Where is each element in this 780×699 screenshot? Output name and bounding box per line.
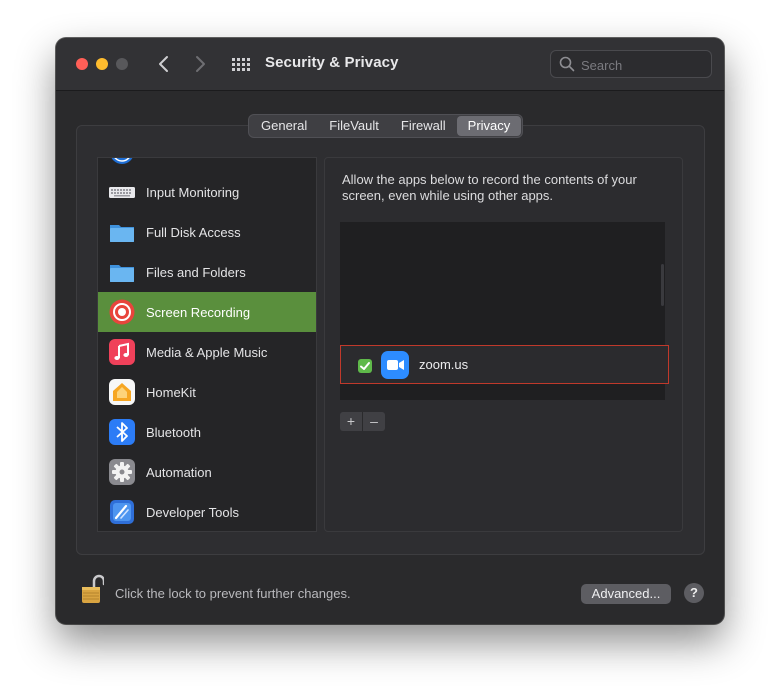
music-icon: [109, 339, 135, 365]
zoom-window-button[interactable]: [116, 58, 128, 70]
tab-general[interactable]: General: [250, 116, 318, 136]
gear-icon: [109, 459, 135, 485]
sidebar-item-screen-recording[interactable]: Screen Recording: [98, 292, 316, 332]
search-input[interactable]: [579, 55, 707, 75]
forward-button[interactable]: [188, 52, 212, 76]
add-app-button[interactable]: +: [340, 412, 362, 431]
sidebar-item-label: Files and Folders: [146, 264, 246, 280]
security-privacy-window: Security & Privacy General FileVault Fir…: [56, 38, 724, 624]
tab-privacy[interactable]: Privacy: [456, 116, 522, 136]
app-row-zoom[interactable]: zoom.us: [340, 345, 669, 384]
help-button[interactable]: ?: [684, 583, 704, 603]
grid-icon: [232, 58, 250, 71]
sidebar-item-homekit[interactable]: HomeKit: [98, 372, 316, 412]
search-icon: [559, 56, 575, 72]
close-window-button[interactable]: [76, 58, 88, 70]
tab-bar: General FileVault Firewall Privacy: [249, 115, 523, 137]
title-bar: Security & Privacy: [56, 38, 724, 91]
advanced-button[interactable]: Advanced...: [581, 584, 671, 604]
lock-button[interactable]: [80, 573, 106, 605]
remove-app-button[interactable]: –: [362, 412, 385, 431]
folder-icon: [110, 225, 134, 242]
lock-status-text: Click the lock to prevent further change…: [115, 586, 351, 601]
sidebar-item-label: Media & Apple Music: [146, 344, 268, 360]
checkmark-icon: [360, 362, 370, 370]
sidebar-item-full-disk-access[interactable]: Full Disk Access: [98, 212, 316, 252]
tab-filevault[interactable]: FileVault: [318, 116, 390, 136]
show-all-preferences-button[interactable]: [231, 55, 251, 75]
app-checkbox[interactable]: [358, 359, 372, 373]
sidebar-item-label: Bluetooth: [146, 424, 201, 440]
tab-firewall[interactable]: Firewall: [390, 116, 457, 136]
sidebar-item-label: Screen Recording: [146, 304, 251, 320]
sidebar-item-input-monitoring[interactable]: Input Monitoring: [98, 172, 316, 212]
sidebar-item-label: HomeKit: [146, 384, 196, 400]
chevron-right-icon: [196, 56, 205, 72]
minimize-window-button[interactable]: [96, 58, 108, 70]
sidebar-item-label: Developer Tools: [146, 504, 239, 520]
keyboard-icon: [109, 187, 135, 198]
developer-tools-icon: [110, 500, 134, 524]
sidebar-item-label: Input Monitoring: [146, 184, 240, 200]
sidebar-item-media-apple-music[interactable]: Media & Apple Music: [98, 332, 316, 372]
unlocked-padlock-icon: [82, 574, 106, 603]
sidebar-item-bluetooth[interactable]: Bluetooth: [98, 412, 316, 452]
sidebar-item-accessibility[interactable]: [98, 158, 316, 172]
sidebar-item-label: Full Disk Access: [146, 224, 241, 240]
screen-recording-icon: [109, 299, 135, 325]
sidebar-item-files-and-folders[interactable]: Files and Folders: [98, 252, 316, 292]
chevron-left-icon: [159, 56, 168, 72]
window-title: Security & Privacy: [265, 54, 399, 71]
privacy-category-list[interactable]: Input Monitoring Full Disk Access Files …: [97, 157, 317, 532]
homekit-icon: [109, 379, 135, 405]
sidebar-item-label: Automation: [146, 464, 212, 480]
sidebar-item-developer-tools[interactable]: Developer Tools: [98, 492, 316, 531]
add-remove-control: + –: [340, 412, 385, 431]
back-button[interactable]: [152, 52, 176, 76]
search-field[interactable]: [550, 50, 712, 78]
folder-icon: [110, 265, 134, 282]
bluetooth-icon: [109, 419, 135, 445]
app-list-scrollbar[interactable]: [661, 264, 664, 306]
sidebar-item-automation[interactable]: Automation: [98, 452, 316, 492]
pane-description: Allow the apps below to record the conte…: [342, 172, 637, 203]
zoom-video-icon: [381, 351, 409, 379]
accessibility-icon: [111, 158, 133, 164]
app-name: zoom.us: [419, 357, 469, 372]
